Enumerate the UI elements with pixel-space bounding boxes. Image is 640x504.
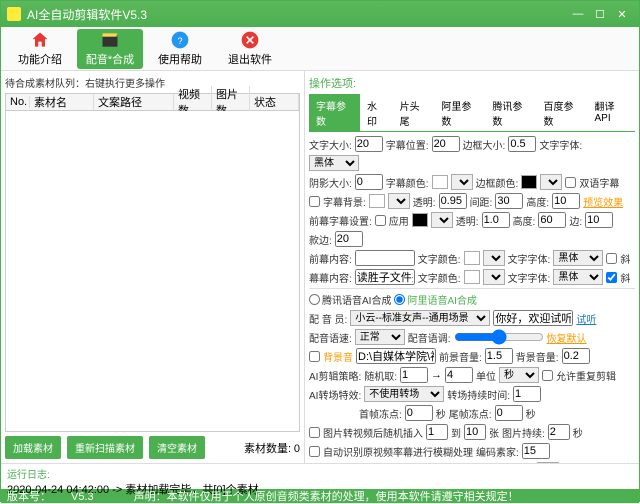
help-icon: ? (170, 30, 190, 50)
bg-vol-input[interactable] (562, 348, 590, 364)
font-select[interactable]: 黑体 (309, 155, 359, 171)
bgm-path-input[interactable] (356, 348, 436, 364)
sub-pos-input[interactable] (432, 136, 460, 152)
app-icon (7, 7, 21, 21)
close-button[interactable]: ✕ (611, 5, 633, 23)
border-color-select[interactable] (540, 174, 562, 190)
tab-headtail[interactable]: 片头尾 (393, 94, 435, 131)
tab-ali[interactable]: 阿里参数 (434, 94, 485, 131)
dual-sub-check[interactable] (565, 177, 576, 188)
restore-link[interactable]: 恢复默认 (547, 330, 587, 345)
rescan-button[interactable]: 重新扫描素材 (67, 436, 143, 459)
radio-tencent[interactable] (309, 294, 320, 305)
tab-baidu[interactable]: 百度参数 (536, 94, 587, 131)
window-title: AI全自动剪辑软件V5.3 (27, 6, 567, 23)
load-button[interactable]: 加载素材 (5, 436, 61, 459)
transition-select[interactable]: 不使用转场 (364, 386, 444, 402)
radio-ali[interactable] (394, 294, 405, 305)
exit-icon (240, 30, 260, 50)
height-input[interactable] (552, 193, 580, 209)
statusbar: 版本号：V5.3 声明：本软件仅用于个人原创音频类素材的处理，使用本软件请遵守相… (1, 489, 639, 503)
tab-subtitle[interactable]: 字幕参数 (309, 94, 360, 131)
clear-button[interactable]: 清空素材 (149, 436, 205, 459)
queue-hint: 待合成素材队列：右键执行更多操作 (5, 75, 300, 90)
tab-translate[interactable]: 翻译API (588, 94, 635, 131)
sub-color-select[interactable] (451, 174, 473, 190)
home-icon (30, 30, 50, 50)
minimize-button[interactable]: — (567, 5, 589, 23)
pre-content-input[interactable] (355, 250, 415, 266)
list-header: No. 素材名 文案路径 视频数 图片数 状态 (5, 93, 300, 111)
tab-watermark[interactable]: 水印 (360, 94, 393, 131)
nav-exit[interactable]: 退出软件 (217, 29, 283, 69)
voice-select[interactable]: 小云--标准女声--通用场景 (350, 310, 490, 326)
speed-select[interactable]: 正常 (355, 329, 405, 345)
nav-intro[interactable]: 功能介绍 (7, 29, 73, 69)
post-content-input[interactable] (355, 269, 415, 285)
sub-bg-swatch[interactable] (369, 194, 385, 208)
try-link[interactable]: 试听 (576, 311, 596, 326)
option-tabs: 字幕参数 水印 片头尾 阿里参数 腾讯参数 百度参数 翻译API (309, 94, 635, 132)
shadow-input[interactable] (355, 174, 383, 190)
sub-bg-check[interactable] (309, 196, 320, 207)
log-title: 运行日志: (7, 466, 633, 481)
sub-color-swatch[interactable] (432, 175, 448, 189)
options-title: 操作选项: (309, 75, 635, 91)
preview-link[interactable]: 预览效果 (583, 194, 623, 209)
tone-slider[interactable] (454, 329, 544, 345)
apply-check[interactable] (375, 215, 386, 226)
sample-input[interactable] (493, 310, 573, 326)
nav-help[interactable]: ? 使用帮助 (147, 29, 213, 69)
maximize-button[interactable]: ☐ (589, 5, 611, 23)
margin-input[interactable] (495, 193, 523, 209)
nav-compose[interactable]: 配音*合成 (77, 29, 143, 69)
material-list[interactable] (5, 111, 300, 432)
bgm-check[interactable] (309, 351, 320, 362)
font-size-input[interactable] (355, 136, 383, 152)
border-input[interactable] (508, 136, 536, 152)
clapper-icon (100, 30, 120, 50)
fg-vol-input[interactable] (485, 348, 513, 364)
tab-tencent[interactable]: 腾讯参数 (485, 94, 536, 131)
border-color-swatch[interactable] (521, 175, 537, 189)
svg-text:?: ? (177, 36, 182, 46)
opacity-input[interactable] (439, 193, 467, 209)
